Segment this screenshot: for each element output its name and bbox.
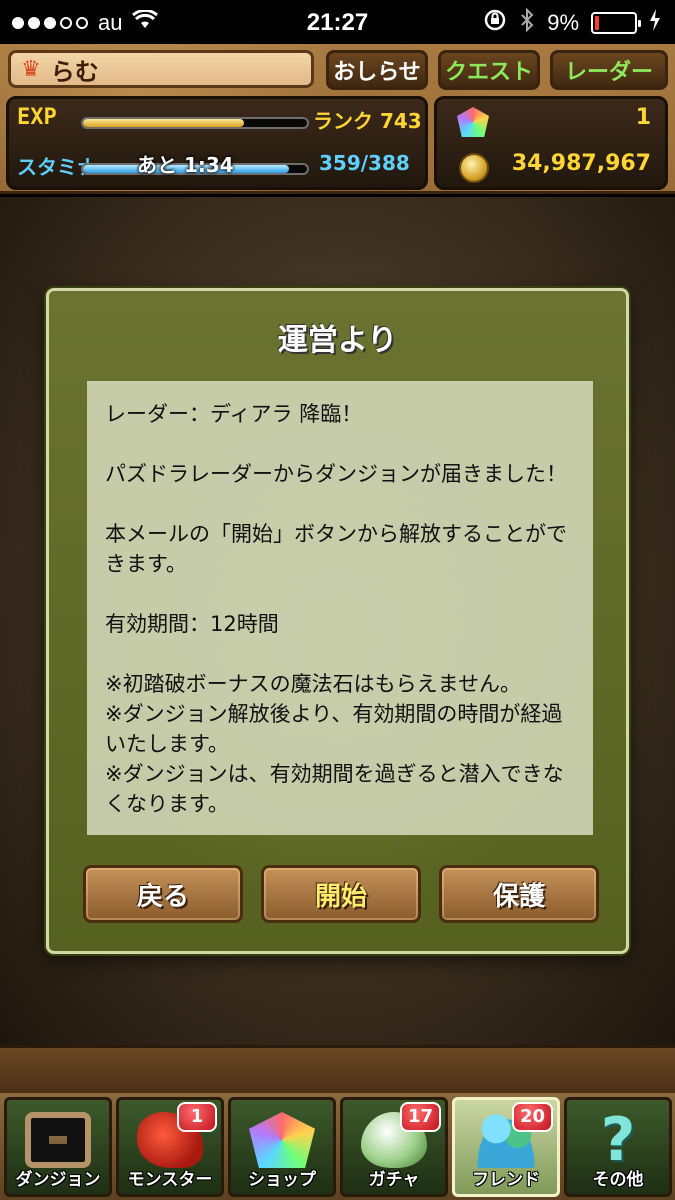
- notification-badge: 1: [177, 1102, 217, 1132]
- battery-icon: [591, 12, 641, 34]
- message-note: ※ダンジョン解放後より、有効期間の時間が経過いたします。: [105, 702, 563, 756]
- magic-stone-count: 1: [635, 105, 651, 130]
- nav-label: ダンジョン: [15, 1170, 101, 1190]
- magic-stone-icon: [457, 107, 489, 137]
- message-line: パズドラレーダーからダンジョンが届きました！: [105, 462, 567, 486]
- exp-label: EXP: [17, 105, 57, 130]
- game-header: ♛ らむ おしらせ クエスト レーダー EXP ランク 743 スタミナ あと …: [0, 44, 675, 194]
- nav-dungeon[interactable]: ダンジョン: [4, 1097, 112, 1197]
- nav-shop[interactable]: ショップ: [228, 1097, 336, 1197]
- player-name-box[interactable]: ♛ らむ: [8, 50, 314, 88]
- stamina-timer: あと 1:34: [137, 153, 234, 177]
- nav-label: その他: [592, 1170, 644, 1190]
- news-button[interactable]: おしらせ: [326, 50, 428, 90]
- notification-badge: 20: [511, 1102, 553, 1132]
- message-dialog: 運営より レーダー：ディアラ 降臨！ パズドラレーダーからダンジョンが届きました…: [46, 288, 629, 954]
- radar-button[interactable]: レーダー: [550, 50, 668, 90]
- bluetooth-icon: [519, 7, 535, 38]
- currency-panel: 1 34,987,967: [434, 96, 668, 190]
- crown-icon: ♛: [21, 56, 41, 82]
- coin-count: 34,987,967: [511, 151, 651, 176]
- nav-label: フレンド: [472, 1170, 540, 1190]
- nav-label: ガチャ: [368, 1170, 420, 1190]
- player-stats-panel: EXP ランク 743 スタミナ あと 1:34 359/388: [6, 96, 428, 190]
- message-note: ※初踏破ボーナスの魔法石はもらえません。: [105, 672, 521, 696]
- notification-badge: 17: [399, 1102, 441, 1132]
- message-note: ※ダンジョンは、有効期間を過ぎると潜入できなくなります。: [105, 762, 564, 816]
- nav-label: ショップ: [248, 1170, 316, 1190]
- protect-button[interactable]: 保護: [439, 865, 599, 923]
- exp-bar: [81, 117, 309, 129]
- message-line: 有効期間：12時間: [105, 612, 279, 636]
- status-bar: au 21:27 9%: [0, 0, 675, 44]
- stamina-value: 359/388: [319, 151, 410, 175]
- magic-stone-shop-icon: [249, 1112, 315, 1168]
- rotation-lock-icon: [483, 8, 507, 38]
- back-button[interactable]: 戻る: [83, 865, 243, 923]
- nav-other[interactable]: ? その他: [564, 1097, 672, 1197]
- message-line: レーダー：ディアラ 降臨！: [105, 402, 363, 426]
- coin-icon: [459, 153, 489, 183]
- question-mark-icon: ?: [600, 1105, 636, 1175]
- nav-gacha[interactable]: 17 ガチャ: [340, 1097, 448, 1197]
- message-body: レーダー：ディアラ 降臨！ パズドラレーダーからダンジョンが届きました！ 本メー…: [87, 381, 593, 835]
- rank-text: ランク 743: [313, 109, 422, 133]
- player-name: らむ: [50, 57, 99, 86]
- nav-friend[interactable]: 20 フレンド: [452, 1097, 560, 1197]
- start-button[interactable]: 開始: [261, 865, 421, 923]
- bottom-decor-strip: [0, 1045, 675, 1093]
- charging-icon: [649, 9, 661, 37]
- dialog-title: 運営より: [277, 323, 398, 358]
- bottom-nav: ダンジョン 1 モンスター ショップ 17 ガチャ 20 フレンド ? その他: [0, 1093, 675, 1200]
- dungeon-gate-icon: [25, 1112, 91, 1168]
- message-line: 本メールの「開始」ボタンから解放することができます。: [105, 522, 567, 576]
- quest-button[interactable]: クエスト: [438, 50, 540, 90]
- battery-percent: 9%: [547, 10, 579, 35]
- nav-label: モンスター: [127, 1170, 213, 1190]
- nav-monster[interactable]: 1 モンスター: [116, 1097, 224, 1197]
